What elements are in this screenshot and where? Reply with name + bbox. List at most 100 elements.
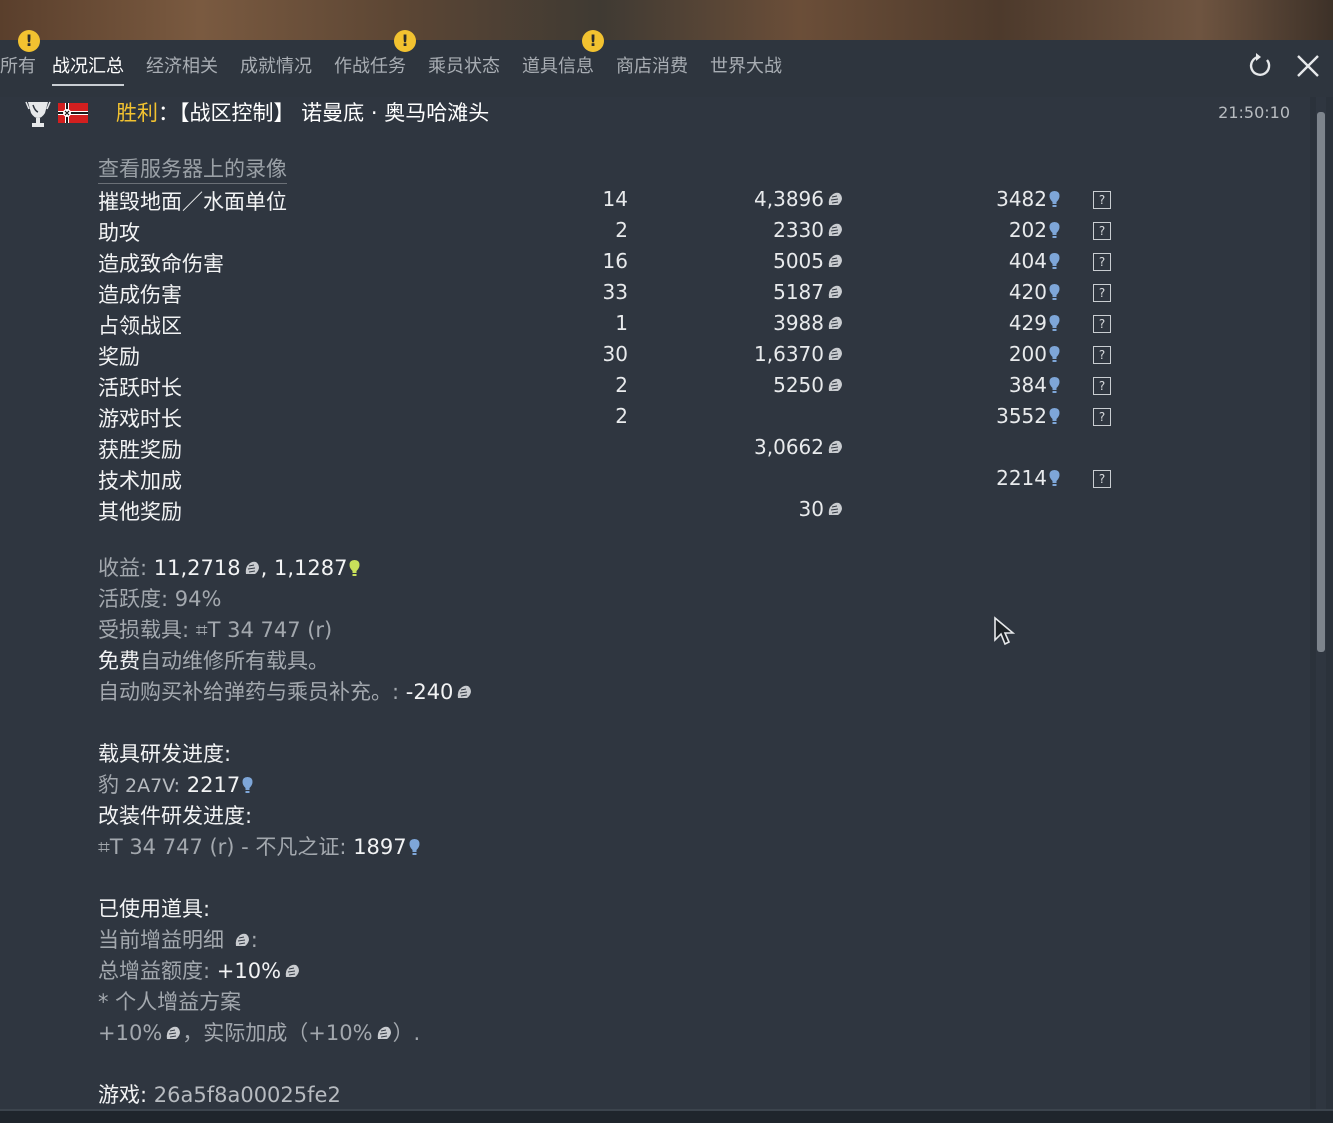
stat-silver-lions: 2330: [773, 218, 844, 242]
tab-label: 战况汇总: [52, 56, 124, 77]
game-label: 游戏:: [98, 1083, 148, 1107]
stat-label: 占领战区: [98, 314, 182, 338]
stat-row: 造成致命伤害 16 5005 404?: [98, 248, 1198, 279]
tab-bar: 所有 战况汇总 经济相关 成就情况 作战任务 乘员状态 道具信息 商店消费 世界…: [0, 40, 1333, 97]
tab-world-war[interactable]: 世界大战: [710, 52, 782, 78]
auto-buy-line: 自动购买补给弹药与乘员补充。: -240: [98, 676, 473, 706]
tab-crew[interactable]: 乘员状态: [428, 52, 500, 78]
silver-value: 5250: [773, 373, 824, 397]
stat-research-points: 2214: [996, 466, 1060, 490]
tab-all[interactable]: 所有: [0, 52, 36, 78]
help-icon[interactable]: ?: [1093, 222, 1111, 240]
actual-booster-end: ）.: [392, 1021, 421, 1045]
bulb-icon: [1049, 408, 1060, 424]
stat-research-points: 420: [1009, 280, 1060, 304]
bulb-icon: [1049, 284, 1060, 300]
stat-count: 30: [602, 342, 628, 366]
scrollbar-thumb[interactable]: [1317, 112, 1325, 652]
stat-research-points: 404: [1009, 249, 1060, 273]
tab-economy[interactable]: 经济相关: [146, 52, 218, 78]
income-separator: ,: [260, 556, 274, 580]
stat-label: 获胜奖励: [98, 438, 182, 462]
bulb-icon: [409, 839, 420, 855]
stat-row: 占领战区 1 3988 429?: [98, 310, 1198, 341]
rp-value: 384: [1008, 373, 1047, 397]
view-replay-link[interactable]: 查看服务器上的录像: [98, 153, 287, 184]
stat-research-points: 3482: [996, 187, 1060, 211]
income-rp: 1,1287: [273, 556, 348, 580]
battle-summary-panel: 胜利：【战区控制】 诺曼底 · 奥马哈滩头 21:50:10 查看服务器上的录像…: [0, 97, 1310, 1109]
total-booster-label: 总增益额度:: [98, 959, 211, 983]
battle-result-header: 胜利：【战区控制】 诺曼底 · 奥马哈滩头 21:50:10: [0, 97, 1310, 129]
vehicle-research-line: 豹 2A7V: 2217: [98, 769, 253, 799]
damaged-vehicle: ⌗T 34 747 (r): [189, 618, 333, 642]
lion-icon: [828, 285, 842, 298]
tab-shop[interactable]: 商店消费: [616, 52, 688, 78]
flag-icon: [58, 103, 88, 123]
tab-missions[interactable]: 作战任务: [334, 52, 406, 78]
lion-icon: [285, 964, 300, 977]
tab-battle-summary[interactable]: 战况汇总: [52, 52, 124, 86]
stat-count: 2: [615, 404, 628, 428]
auto-buy-cost: -240: [399, 680, 454, 704]
lion-icon: [828, 440, 842, 453]
close-icon[interactable]: [1294, 52, 1322, 80]
stat-label: 奖励: [98, 345, 140, 369]
rp-value: 420: [1008, 280, 1047, 304]
booster-percent: +10%: [98, 1021, 163, 1045]
stat-research-points: 384: [1009, 373, 1060, 397]
stat-silver-lions: 30: [799, 497, 844, 521]
victory-label: 胜利: [116, 101, 158, 125]
refresh-icon[interactable]: [1246, 52, 1274, 80]
help-icon[interactable]: ?: [1093, 346, 1111, 364]
help-icon[interactable]: ?: [1093, 377, 1111, 395]
total-booster-line: 总增益额度: +10%: [98, 955, 301, 985]
help-icon[interactable]: ?: [1093, 315, 1111, 333]
vehicle-research-title: 载具研发进度:: [98, 738, 231, 768]
stat-row: 游戏时长 2 3552?: [98, 403, 1198, 434]
stat-label: 其他奖励: [98, 500, 182, 524]
personal-booster-label: * 个人增益方案: [98, 990, 242, 1014]
stat-label: 游戏时长: [98, 407, 182, 431]
stat-silver-lions: 5250: [773, 373, 844, 397]
boosters-label: 已使用道具:: [98, 897, 211, 921]
stat-silver-lions: 1,6370: [754, 342, 844, 366]
modification-research-title: 改装件研发进度:: [98, 800, 252, 830]
stat-silver-lions: 4,3896: [754, 187, 844, 211]
income-label: 收益:: [98, 556, 148, 580]
stat-row: 奖励 30 1,6370 200?: [98, 341, 1198, 372]
help-icon[interactable]: ?: [1093, 253, 1111, 271]
game-id[interactable]: 26a5f8a00025fe2: [147, 1083, 341, 1107]
cursor-icon: [994, 616, 1015, 646]
actual-booster-line: +10% ，实际加成（+10% ）.: [98, 1017, 420, 1047]
rp-value: 3482: [996, 187, 1047, 211]
stat-silver-lions: 3988: [773, 311, 844, 335]
stat-silver-lions: 5005: [773, 249, 844, 273]
stat-research-points: 202: [1009, 218, 1060, 242]
mod-rp: 1897: [346, 835, 407, 859]
help-icon[interactable]: ?: [1093, 408, 1111, 426]
battle-time: 21:50:10: [1218, 103, 1290, 122]
silver-value: 5187: [773, 280, 824, 304]
stat-silver-lions: 3,0662: [754, 435, 844, 459]
help-icon[interactable]: ?: [1093, 470, 1111, 488]
boosters-title: 已使用道具:: [98, 893, 210, 923]
stat-label: 助攻: [98, 221, 140, 245]
activity-line: 活跃度: 94%: [98, 583, 221, 613]
free-repair-line: 免费自动维修所有载具。: [98, 645, 329, 675]
stat-row: 助攻 2 2330 202?: [98, 217, 1198, 248]
help-icon[interactable]: ?: [1093, 284, 1111, 302]
help-icon[interactable]: ?: [1093, 191, 1111, 209]
stat-research-points: 429: [1009, 311, 1060, 335]
lion-icon: [458, 685, 472, 698]
top-background: [0, 0, 1333, 40]
tab-achievements[interactable]: 成就情况: [240, 52, 312, 78]
free-repair-text: 自动维修所有载具。: [140, 649, 329, 673]
rp-value: 202: [1008, 218, 1047, 242]
stat-label: 造成致命伤害: [98, 252, 224, 276]
bulb-icon: [349, 560, 360, 576]
activity-label: 活跃度:: [98, 587, 169, 611]
stat-row: 活跃时长 2 5250 384?: [98, 372, 1198, 403]
tab-items[interactable]: 道具信息: [522, 52, 594, 78]
stat-label: 技术加成: [98, 469, 182, 493]
